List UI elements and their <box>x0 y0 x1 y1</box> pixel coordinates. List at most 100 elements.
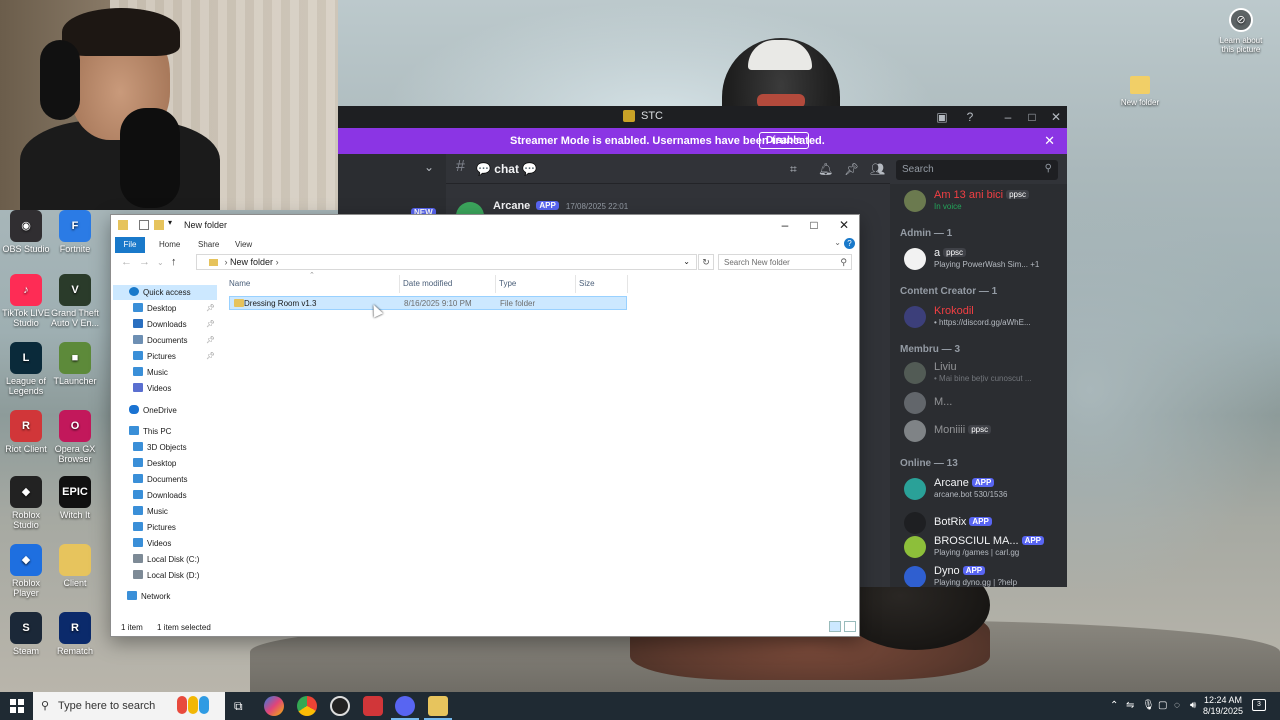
explorer-search-input[interactable]: Search New folder ⚲ <box>718 254 852 270</box>
notification-center-icon[interactable]: 3 <box>1252 699 1266 711</box>
nav-pc-item[interactable]: 3D Objects <box>113 440 217 455</box>
pin-icon[interactable]: 📌︎ <box>206 317 215 332</box>
copilot-icon[interactable] <box>264 696 284 716</box>
member-item[interactable]: Am 13 ani bici ppsc In voice <box>904 188 1064 216</box>
tab-share[interactable]: Share <box>198 240 219 249</box>
desktop-icon[interactable]: Client <box>49 544 101 588</box>
back-arrow-icon[interactable]: ← <box>121 256 132 268</box>
tab-home[interactable]: Home <box>159 240 180 249</box>
forward-arrow-icon[interactable]: → <box>139 256 150 268</box>
refresh-icon[interactable]: ↻ <box>698 254 714 270</box>
desktop-icon[interactable]: ◆ Roblox Studio <box>0 476 52 530</box>
clock[interactable]: 12:24 AM 8/19/2025 <box>1200 695 1246 717</box>
nav-quick-item[interactable]: Desktop 📌︎ <box>113 301 217 316</box>
column-header-type[interactable]: Type <box>499 279 516 293</box>
member-item[interactable]: Liviu • Mai bine bețiv cunoscut ... <box>904 360 1064 388</box>
nav-onedrive[interactable]: OneDrive <box>113 403 217 418</box>
desktop-icon[interactable]: ◆ Roblox Player <box>0 544 52 598</box>
close-button[interactable]: ✕ <box>832 217 856 233</box>
column-divider[interactable] <box>495 275 496 293</box>
location-icon[interactable]: ▢ <box>1158 700 1167 711</box>
windows-start-icon[interactable] <box>10 699 24 713</box>
column-divider[interactable] <box>399 275 400 293</box>
customize-toolbar-icon[interactable]: ▾ <box>168 218 172 227</box>
desktop-icon[interactable]: ◉ OBS Studio <box>0 210 52 254</box>
column-header-name[interactable]: Name <box>229 279 250 293</box>
desktop-icon[interactable]: V Grand Theft Auto V En... <box>49 274 101 328</box>
nav-pc-item[interactable]: Local Disk (C:) <box>113 552 217 567</box>
address-dropdown-icon[interactable]: ⌄ <box>683 257 690 266</box>
details-view-icon[interactable] <box>829 621 841 632</box>
breadcrumb-item[interactable]: New folder <box>230 257 273 267</box>
close-banner-icon[interactable]: ✕ <box>1044 133 1055 149</box>
pin-icon[interactable]: 📌︎ <box>206 333 215 348</box>
file-explorer-icon[interactable] <box>424 696 452 720</box>
learn-about-picture[interactable]: ⊘ Learn about this picture <box>1218 8 1264 54</box>
desktop-icon[interactable]: ■ TLauncher <box>49 342 101 386</box>
help-icon[interactable]: ? <box>962 109 978 125</box>
chevron-down-icon[interactable]: ⌄ <box>424 160 434 174</box>
member-item[interactable]: Arcane APP arcane.bot 530/1536 <box>904 476 1064 504</box>
chevron-down-icon[interactable]: ⌄ <box>834 238 841 247</box>
desktop-icon[interactable]: R Rematch <box>49 612 101 656</box>
close-button[interactable]: ✕ <box>1048 109 1064 125</box>
member-item[interactable]: BROSCIUL MA... APP Playing /games | carl.… <box>904 534 1064 562</box>
tab-file[interactable]: File <box>115 237 145 253</box>
minimize-button[interactable]: – <box>1000 109 1016 125</box>
column-header-size[interactable]: Size <box>579 279 595 293</box>
maximize-button[interactable]: □ <box>802 217 826 233</box>
tab-view[interactable]: View <box>235 240 252 249</box>
minimize-button[interactable]: – <box>773 217 797 233</box>
member-list-icon[interactable]: 👥︎ <box>870 162 885 176</box>
show-hidden-icons-icon[interactable]: ⌃ <box>1110 700 1118 711</box>
nav-quick-item[interactable]: Downloads 📌︎ <box>113 317 217 332</box>
up-arrow-icon[interactable]: ↑ <box>171 256 177 268</box>
nav-quick-item[interactable]: Documents 📌︎ <box>113 333 217 348</box>
nav-quick-item[interactable]: Music <box>113 365 217 380</box>
pin-icon[interactable]: 📌︎ <box>206 301 215 316</box>
nav-pc-item[interactable]: Desktop <box>113 456 217 471</box>
message-author[interactable]: Arcane APP 17/08/2025 22:01 <box>493 200 628 212</box>
desktop-icon[interactable]: ♪ TikTok LIVE Studio <box>0 274 52 328</box>
network-icon[interactable]: ⇋ <box>1126 700 1134 711</box>
nav-pc-item[interactable]: Local Disk (D:) <box>113 568 217 583</box>
riot-client-icon[interactable] <box>363 696 383 716</box>
nav-pc-item[interactable]: Pictures <box>113 520 217 535</box>
large-icons-view-icon[interactable] <box>844 621 856 632</box>
column-divider[interactable] <box>627 275 628 293</box>
desktop-new-folder[interactable]: New folder <box>1120 76 1160 107</box>
desktop-icon[interactable]: L League of Legends <box>0 342 52 396</box>
obs-icon[interactable] <box>330 696 350 716</box>
nav-pc-item[interactable]: Documents <box>113 472 217 487</box>
desktop-icon[interactable]: S Steam <box>0 612 52 656</box>
nav-this-pc[interactable]: This PC <box>113 424 217 439</box>
chrome-icon[interactable] <box>297 696 317 716</box>
member-item[interactable]: Moniiii ppsc <box>904 418 1064 446</box>
help-icon[interactable]: ? <box>844 238 855 249</box>
column-header-date-modified[interactable]: Date modified <box>403 279 452 293</box>
inbox-icon[interactable]: ▣ <box>934 109 950 125</box>
disable-streamer-mode-button[interactable]: Disable <box>759 132 809 149</box>
desktop-icon[interactable]: O Opera GX Browser <box>49 410 101 464</box>
nav-quick-item[interactable]: Videos <box>113 381 217 396</box>
breadcrumb[interactable]: › New folder › ⌄ <box>196 254 697 270</box>
task-view-icon[interactable]: ⧉ <box>234 699 243 714</box>
nav-pc-item[interactable]: Videos <box>113 536 217 551</box>
column-divider[interactable] <box>575 275 576 293</box>
discord-icon[interactable] <box>391 696 419 720</box>
member-item[interactable]: Krokodil • https://discord.gg/aWhE... <box>904 304 1064 332</box>
threads-icon[interactable]: ⌗ <box>790 162 804 176</box>
member-item[interactable]: a ppsc Playing PowerWash Sim... +1 <box>904 246 1064 274</box>
nav-quick-item[interactable]: Pictures 📌︎ <box>113 349 217 364</box>
pin-icon[interactable]: 📌︎ <box>206 349 215 364</box>
wifi-icon[interactable]: ◌ <box>1174 700 1180 711</box>
nav-network[interactable]: Network <box>113 589 217 604</box>
taskbar-search-input[interactable]: ⚲ Type here to search <box>33 692 225 720</box>
member-item[interactable]: Dyno APP Playing dyno.gg | ?help <box>904 564 1064 587</box>
speaker-icon[interactable]: 🔊︎ <box>1190 700 1196 711</box>
desktop-icon[interactable]: F Fortnite <box>49 210 101 254</box>
member-item[interactable]: M... <box>904 390 1064 418</box>
maximize-button[interactable]: □ <box>1024 109 1040 125</box>
new-folder-icon[interactable] <box>154 220 164 230</box>
nav-quick-access[interactable]: Quick access <box>113 285 217 300</box>
